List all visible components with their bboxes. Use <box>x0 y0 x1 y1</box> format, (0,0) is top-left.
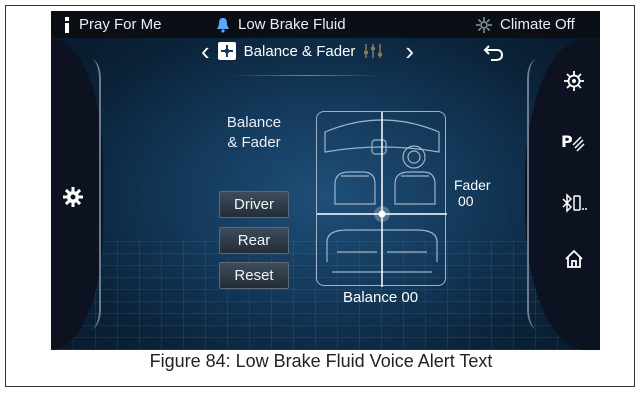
status-center-text: Low Brake Fluid <box>238 16 346 33</box>
phone-signal-icon <box>65 16 69 33</box>
bell-icon <box>217 17 229 33</box>
settings-gear-icon[interactable] <box>564 71 584 91</box>
figure-frame: Pray For Me Low Brake Fluid Climate Off <box>5 5 635 387</box>
header-divider <box>231 75 381 76</box>
rear-button[interactable]: Rear <box>219 227 289 254</box>
nav-header: ‹ Balance & Fader › <box>201 38 414 64</box>
balance-fader-label-line2: & Fader <box>227 134 281 151</box>
status-low-brake-fluid[interactable]: Low Brake Fluid <box>216 16 346 33</box>
reset-button[interactable]: Reset <box>219 262 289 289</box>
back-arrow-icon[interactable] <box>483 43 505 63</box>
climate-fan-icon <box>476 16 492 33</box>
status-climate-off[interactable]: Climate Off <box>476 16 575 33</box>
page-title: Balance & Fader <box>243 42 356 60</box>
fader-readout: Fader 00 <box>454 177 491 209</box>
chevron-right-icon[interactable]: › <box>405 38 414 64</box>
balance-fader-label-line1: Balance <box>226 114 282 131</box>
svg-text:P: P <box>561 132 573 151</box>
equalizer-icon[interactable] <box>363 42 383 60</box>
cabin-diagram <box>317 112 447 287</box>
status-bar: Pray For Me Low Brake Fluid Climate Off <box>51 11 600 38</box>
fader-label: Fader <box>454 177 491 193</box>
infotainment-screen: Pray For Me Low Brake Fluid Climate Off <box>51 11 600 350</box>
status-pray-for-me[interactable]: Pray For Me <box>63 16 162 33</box>
audio-settings-icon <box>217 42 236 60</box>
settings-gear-icon[interactable] <box>63 187 83 207</box>
balance-fader-seat-map[interactable] <box>316 111 447 287</box>
balance-fader-label: Balance & Fader <box>219 113 289 153</box>
status-left-text: Pray For Me <box>79 16 162 33</box>
fader-value: 00 <box>458 193 474 209</box>
balance-readout: Balance 00 <box>343 289 419 306</box>
balance-fader-handle[interactable] <box>378 210 386 218</box>
bluetooth-phone-icon[interactable] <box>561 193 587 213</box>
park-assist-icon[interactable]: P <box>561 131 585 153</box>
figure-caption: Figure 84: Low Brake Fluid Voice Alert T… <box>149 351 493 371</box>
driver-button[interactable]: Driver <box>219 191 289 218</box>
status-right-text: Climate Off <box>500 16 575 33</box>
chevron-left-icon[interactable]: ‹ <box>201 38 210 64</box>
home-icon[interactable] <box>564 249 584 269</box>
